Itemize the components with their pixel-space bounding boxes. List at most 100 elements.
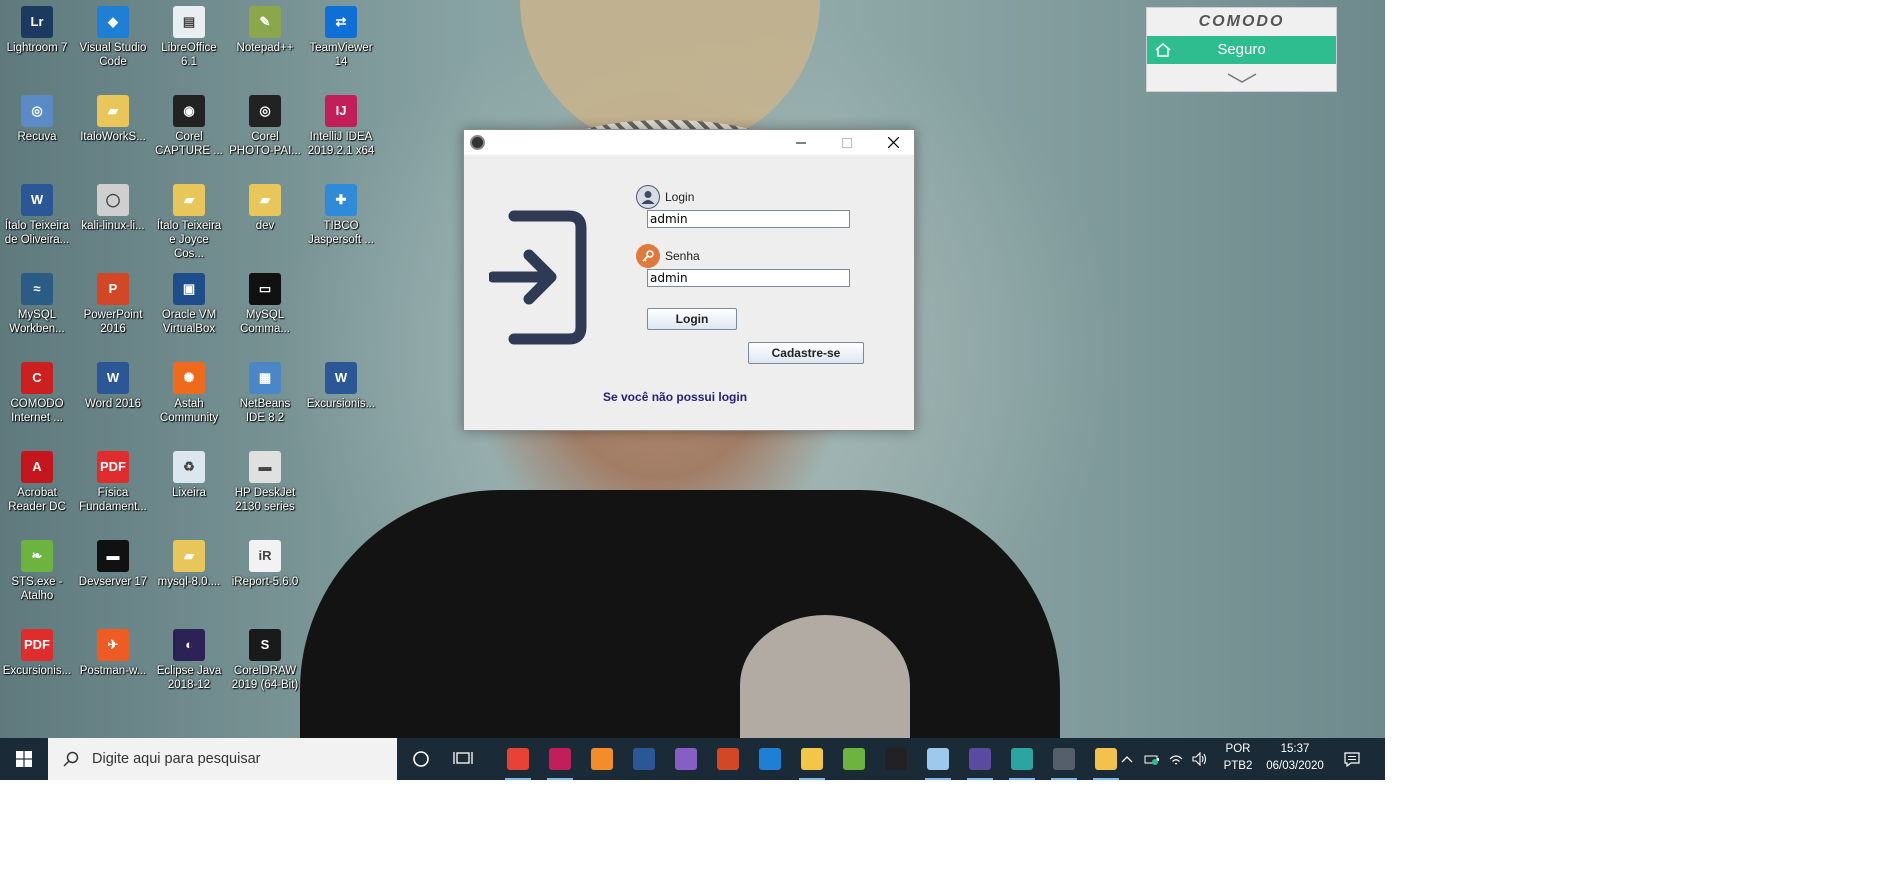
show-hidden-icons-button[interactable] — [1116, 738, 1138, 780]
desktop-icon[interactable]: ▰ ItaloWorkS... — [77, 95, 149, 144]
desktop-icon[interactable]: PDF Excursionis... — [1, 629, 73, 678]
desktop-icon[interactable]: S CorelDRAW 2019 (64-Bit) — [229, 629, 301, 692]
desktop-icon[interactable]: ▬ HP DeskJet 2130 series — [229, 451, 301, 514]
volume-tray-icon[interactable] — [1188, 738, 1212, 780]
search-placeholder: Digite aqui para pesquisar — [92, 751, 261, 767]
login-door-icon — [489, 210, 587, 345]
desktop-icon[interactable]: Lr Lightroom 7 — [1, 6, 73, 55]
app-icon: ◎ — [249, 95, 281, 127]
desktop-icon[interactable]: W Excursionis... — [305, 362, 377, 411]
task-view-icon — [453, 752, 473, 764]
start-button[interactable] — [0, 738, 48, 780]
desktop-icon-label: MySQL Workben... — [9, 309, 65, 335]
taskbar-app-button[interactable] — [959, 738, 1001, 780]
paint-app-icon — [927, 748, 949, 770]
taskbar-app-button[interactable] — [581, 738, 623, 780]
home-icon — [1155, 43, 1171, 57]
taskbar-app-button[interactable] — [497, 738, 539, 780]
app-icon: iR — [249, 540, 281, 572]
desktop-icon[interactable]: iR iReport-5.6.0 — [229, 540, 301, 589]
desktop-icon[interactable]: ◆ Visual Studio Code — [77, 6, 149, 69]
desktop-icon-label: TeamViewer 14 — [309, 42, 373, 68]
taskbar-app-button[interactable] — [539, 738, 581, 780]
desktop-icon-label: ItaloWorkS... — [80, 131, 146, 143]
desktop-icon[interactable]: ✚ TIBCO Jaspersoft ... — [305, 184, 377, 247]
desktop-icon[interactable]: ◎ Corel PHOTO-PAI... — [229, 95, 301, 158]
comodo-expand-button[interactable] — [1147, 64, 1336, 92]
desktop-icon[interactable]: ◯ kali-linux-li... — [77, 184, 149, 233]
desktop-icon[interactable]: C COMODO Internet ... — [1, 362, 73, 425]
desktop-icon[interactable]: ✺ Astah Community — [153, 362, 225, 425]
app-icon: PDF — [97, 451, 129, 483]
desktop-icon[interactable]: ▤ LibreOffice 6.1 — [153, 6, 225, 69]
taskbar-app-button[interactable] — [1043, 738, 1085, 780]
eclipse-app-icon — [969, 748, 991, 770]
taskbar-app-button[interactable] — [1001, 738, 1043, 780]
app-icon: ◐ — [173, 629, 205, 661]
desktop-icon[interactable]: W Ítalo Teixeira de Oliveira... — [1, 184, 73, 247]
comodo-widget[interactable]: COMODO Seguro — [1146, 7, 1337, 92]
desktop-icon[interactable]: ✈ Postman-w... — [77, 629, 149, 678]
task-view-button[interactable] — [442, 738, 484, 780]
taskbar-app-button[interactable] — [749, 738, 791, 780]
desktop-icon[interactable]: ✎ Notepad++ — [229, 6, 301, 55]
comodo-status-text: Seguro — [1217, 41, 1266, 58]
login-label-row: Login — [636, 185, 694, 209]
taskbar-search-box[interactable]: Digite aqui para pesquisar — [48, 738, 397, 780]
app-icon: S — [249, 629, 281, 661]
register-button[interactable]: Cadastre-se — [748, 342, 864, 364]
clock[interactable]: 15:37 06/03/2020 — [1260, 741, 1330, 775]
comodo-status-bar[interactable]: Seguro — [1147, 36, 1336, 64]
taskbar-app-button[interactable] — [623, 738, 665, 780]
taskbar-app-button[interactable] — [665, 738, 707, 780]
login-input[interactable]: admin — [647, 210, 850, 228]
desktop-icon[interactable]: ◉ Corel CAPTURE ... — [153, 95, 225, 158]
window-titlebar[interactable] — [464, 130, 914, 155]
desktop-icon[interactable]: PDF Física Fundament... — [77, 451, 149, 514]
desktop-icon[interactable]: ▰ Ítalo Teixeira e Joyce Cos... — [153, 184, 225, 261]
desktop-icon[interactable]: ▣ Oracle VM VirtualBox — [153, 273, 225, 336]
desktop-icon[interactable]: P PowerPoint 2016 — [77, 273, 149, 336]
taskbar-app-button[interactable] — [917, 738, 959, 780]
app-icon: ✚ — [325, 184, 357, 216]
action-center-button[interactable] — [1333, 738, 1371, 780]
desktop-icon-label: Corel CAPTURE ... — [155, 131, 223, 157]
taskbar-app-button[interactable] — [791, 738, 833, 780]
desktop-icon[interactable]: ◎ Recuva — [1, 95, 73, 144]
git-app-icon — [1095, 748, 1117, 770]
desktop-icon-label: MySQL Comma... — [240, 309, 290, 335]
desktop-icon[interactable]: A Acrobat Reader DC — [1, 451, 73, 514]
desktop-icon[interactable]: ▰ mysql-8.0.... — [153, 540, 225, 589]
taskbar-app-button[interactable] — [707, 738, 749, 780]
minimize-button[interactable] — [778, 130, 824, 155]
desktop-icon[interactable]: ≈ MySQL Workben... — [1, 273, 73, 336]
app-icon: ▰ — [97, 95, 129, 127]
desktop-icon-label: Postman-w... — [79, 665, 147, 677]
close-button[interactable] — [870, 130, 916, 155]
maximize-button[interactable] — [824, 130, 870, 155]
desktop-icon[interactable]: ▦ NetBeans IDE 8.2 — [229, 362, 301, 425]
keyboard-layout: PTB2 — [1223, 760, 1253, 772]
password-input[interactable]: admin — [647, 269, 850, 287]
desktop-icon[interactable]: ⇄ TeamViewer 14 — [305, 6, 377, 69]
wifi-tray-icon[interactable] — [1164, 738, 1188, 780]
taskbar-app-button[interactable] — [833, 738, 875, 780]
desktop-icon[interactable]: ♻ Lixeira — [153, 451, 225, 500]
battery-icon — [1144, 755, 1159, 765]
battery-tray-icon[interactable] — [1140, 738, 1164, 780]
desktop-icon[interactable]: ▰ dev — [229, 184, 301, 233]
maximize-icon — [842, 137, 852, 148]
cortana-button[interactable] — [400, 738, 442, 780]
desktop-icon-label: mysql-8.0.... — [157, 576, 221, 588]
desktop-icon-label: HP DeskJet 2130 series — [234, 487, 296, 513]
desktop-icon[interactable]: ▭ MySQL Comma... — [229, 273, 301, 336]
taskbar-app-button[interactable] — [875, 738, 917, 780]
desktop-icon[interactable]: W Word 2016 — [77, 362, 149, 411]
desktop-icon[interactable]: IJ IntelliJ IDEA 2019.2.1 x64 — [305, 95, 377, 158]
login-button[interactable]: Login — [647, 308, 737, 330]
desktop-icon[interactable]: ◐ Eclipse Java 2018-12 — [153, 629, 225, 692]
language-indicator[interactable]: POR PTB2 — [1218, 741, 1258, 775]
desktop-icon[interactable]: ❧ STS.exe - Atalho — [1, 540, 73, 603]
notification-icon — [1344, 751, 1360, 767]
desktop-icon[interactable]: ▬ Devserver 17 — [77, 540, 149, 589]
